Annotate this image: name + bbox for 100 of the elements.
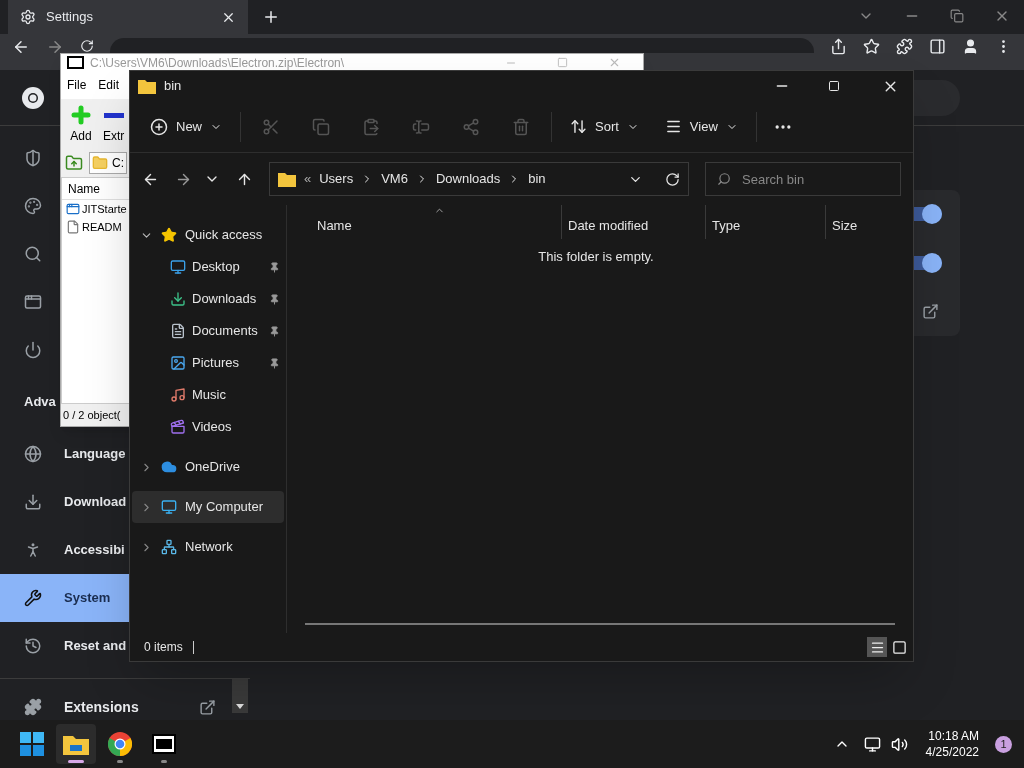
breadcrumb-item[interactable]: Downloads [435,169,501,189]
document-icon [170,323,186,339]
tree-item[interactable]: Pictures [132,347,284,379]
clock[interactable]: 10:18 AM 4/25/2022 [925,728,979,760]
tree-item[interactable]: Documents [132,315,284,347]
external-link-icon[interactable] [922,303,939,321]
tree-item[interactable]: My Computer [132,491,284,523]
minus-icon [103,112,124,118]
empty-message: This folder is empty. [538,248,654,266]
side-panel-icon[interactable] [929,38,946,55]
puzzle-icon [24,698,42,716]
share-icon[interactable] [830,38,847,55]
picture-icon [170,355,186,371]
toggle-switch[interactable] [914,256,942,270]
search-field[interactable]: Search bin [705,162,901,196]
tree-item[interactable]: Music [132,379,284,411]
column-header[interactable]: Type [705,205,825,239]
plus-icon [150,117,168,136]
tree-item[interactable]: Downloads [132,283,284,315]
toolbar-button[interactable]: Extr [103,103,125,145]
music-icon [170,387,186,403]
reload-icon[interactable] [80,39,94,53]
tree-item[interactable]: Videos [132,411,284,443]
column-header[interactable]: Date modified [561,205,705,239]
plus-icon [69,103,93,127]
refresh-icon[interactable] [665,171,680,187]
video-icon [170,419,186,435]
address-bar[interactable]: « Users VM6 Downloads bin [269,162,689,196]
column-header[interactable]: Name [68,179,100,198]
browser-window-icon[interactable] [24,293,42,311]
nav-item[interactable]: Extensions [0,691,226,723]
nav-item[interactable]: Reset and [0,622,129,670]
folder-icon [278,171,296,187]
volume-icon[interactable] [890,735,908,753]
network-icon[interactable] [863,735,881,753]
lines-icon [664,118,682,135]
taskbar-button[interactable] [56,724,96,764]
breadcrumb-item[interactable]: Users [319,169,354,189]
palette-icon[interactable] [24,197,42,215]
restore-icon[interactable] [950,9,964,23]
network-icon [161,539,177,555]
browser-logo-icon [108,732,132,756]
extensions-icon[interactable] [896,38,913,55]
notification-badge[interactable]: 1 [995,735,1012,753]
folder-icon [92,155,108,171]
column-header[interactable]: Size [825,205,905,239]
profile-icon[interactable] [962,38,979,55]
external-link-icon [198,698,216,716]
toggle-switch[interactable] [914,207,942,222]
browser-tab[interactable]: Settings [8,0,248,34]
breadcrumb-item[interactable]: bin [528,169,546,189]
window-title: bin [164,77,182,96]
folder-icon [63,733,89,755]
power-icon[interactable] [24,341,42,359]
tree-item[interactable]: Desktop [132,251,284,283]
overflow-marker[interactable]: « [304,169,312,189]
new-button[interactable]: New [142,110,230,143]
file-row[interactable]: JITStarte [62,200,130,218]
details-view-button[interactable] [867,637,887,657]
status-text: 0 / 2 object( [63,407,121,423]
scrollbar[interactable] [232,679,248,713]
new-tab-icon[interactable] [262,8,280,26]
nav-item[interactable]: Language [0,430,129,478]
back-icon[interactable] [12,38,30,56]
nav-item[interactable]: Download [0,478,129,526]
nav-item[interactable]: System [0,574,129,622]
history-icon [24,637,42,655]
wrench-icon [24,589,42,607]
settings-icon [20,9,36,25]
shield-icon[interactable] [24,149,42,167]
section-heading: Adva [24,393,56,412]
nav-item[interactable]: Accessibi [0,526,129,574]
bookmark-icon[interactable] [863,38,880,55]
desktop-icon [170,259,186,275]
column-header[interactable]: Name [303,205,561,239]
file-row[interactable]: READM [62,218,130,236]
view-button[interactable]: View [656,110,746,143]
sort-button[interactable]: Sort [562,110,647,143]
windows-logo-icon [20,732,44,756]
globe-icon [24,445,42,463]
computer-icon [161,499,177,515]
archive-app-icon [152,734,176,754]
up-folder-icon[interactable] [65,154,83,172]
cloud-icon [161,459,177,475]
toolbar-button[interactable]: Add [69,103,93,145]
menu-item[interactable]: File [67,76,87,94]
lines-icon [869,639,885,655]
menu-item[interactable]: Edit [98,76,120,94]
forward-icon[interactable] [46,38,64,56]
breadcrumb-item[interactable]: VM6 [381,169,408,189]
tree-item[interactable]: Quick access [132,219,284,251]
tree-item[interactable]: Network [132,531,284,563]
search-settings-field[interactable] [914,79,960,116]
tree-item[interactable]: OneDrive [132,451,284,483]
folder-icon [138,78,156,94]
star-icon [161,227,177,243]
download-icon [170,291,186,307]
window-title: C:\Users\VM6\Downloads\Electron.zip\Electron\ [90,55,345,70]
search-icon[interactable] [24,245,42,263]
path-field[interactable]: C: [89,152,127,174]
